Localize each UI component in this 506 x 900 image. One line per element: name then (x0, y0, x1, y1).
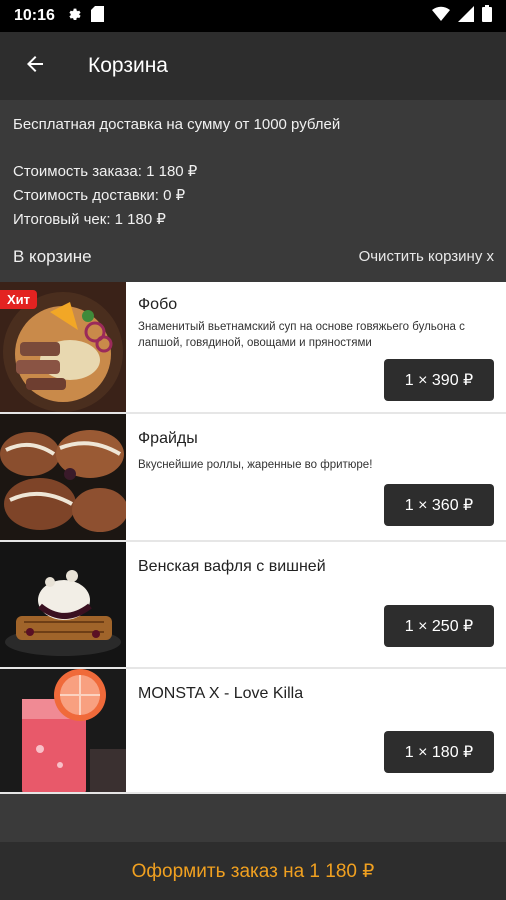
order-cost: Стоимость заказа: 1 180 ₽ (13, 163, 198, 180)
cart-item[interactable]: Фрайды Вкуснейшие роллы, жаренные во фри… (0, 414, 506, 542)
free-delivery-note: Бесплатная доставка на сумму от 1000 руб… (13, 116, 341, 133)
page-title: Корзина (88, 54, 168, 77)
item-image-pho: Хит (0, 282, 126, 412)
hit-badge: Хит (0, 290, 38, 309)
cart-item[interactable]: Хит Фобо Знаменитый вьетнамский суп на о… (0, 282, 506, 414)
quantity-price-button[interactable]: 1 × 180 ₽ (384, 731, 494, 773)
status-bar: 10:16 (0, 0, 506, 32)
arrow-left-icon (23, 52, 47, 81)
item-description: Вкуснейшие роллы, жаренные во фритюре! (138, 459, 373, 471)
order-total: Итоговый чек: 1 180 ₽ (13, 211, 166, 228)
delivery-cost: Стоимость доставки: 0 ₽ (13, 187, 186, 204)
app-bar: Корзина (0, 32, 506, 100)
order-summary: Бесплатная доставка на сумму от 1000 руб… (0, 100, 506, 282)
quantity-price-button[interactable]: 1 × 360 ₽ (384, 484, 494, 526)
item-name: Фрайды (138, 430, 198, 447)
wifi-icon (432, 6, 450, 27)
item-description: Знаменитый вьетнамский суп на основе гов… (138, 321, 465, 349)
cart-item[interactable]: MONSTA X - Love Killa 1 × 180 ₽ (0, 669, 506, 794)
status-time: 10:16 (14, 7, 55, 24)
in-cart-label: В корзине (13, 247, 92, 266)
battery-icon (482, 5, 492, 27)
signal-icon (458, 5, 474, 27)
checkout-button[interactable]: Оформить заказ на 1 180 ₽ (0, 842, 506, 900)
back-button[interactable] (0, 32, 70, 100)
cart-item[interactable]: Венская вафля с вишней 1 × 250 ₽ (0, 542, 506, 669)
quantity-price-button[interactable]: 1 × 250 ₽ (384, 605, 494, 647)
item-name: Фобо (138, 296, 178, 313)
clear-cart-button[interactable]: Очистить корзину x (359, 248, 494, 265)
item-image-drink (0, 669, 126, 792)
item-name: Венская вафля с вишней (138, 558, 326, 575)
item-image-fried-rolls (0, 414, 126, 540)
quantity-price-button[interactable]: 1 × 390 ₽ (384, 359, 494, 401)
sd-card-icon (90, 5, 104, 27)
item-name: MONSTA X - Love Killa (138, 685, 304, 702)
gear-icon (67, 6, 83, 27)
item-image-waffle (0, 542, 126, 667)
cart-list: Хит Фобо Знаменитый вьетнамский суп на о… (0, 282, 506, 794)
